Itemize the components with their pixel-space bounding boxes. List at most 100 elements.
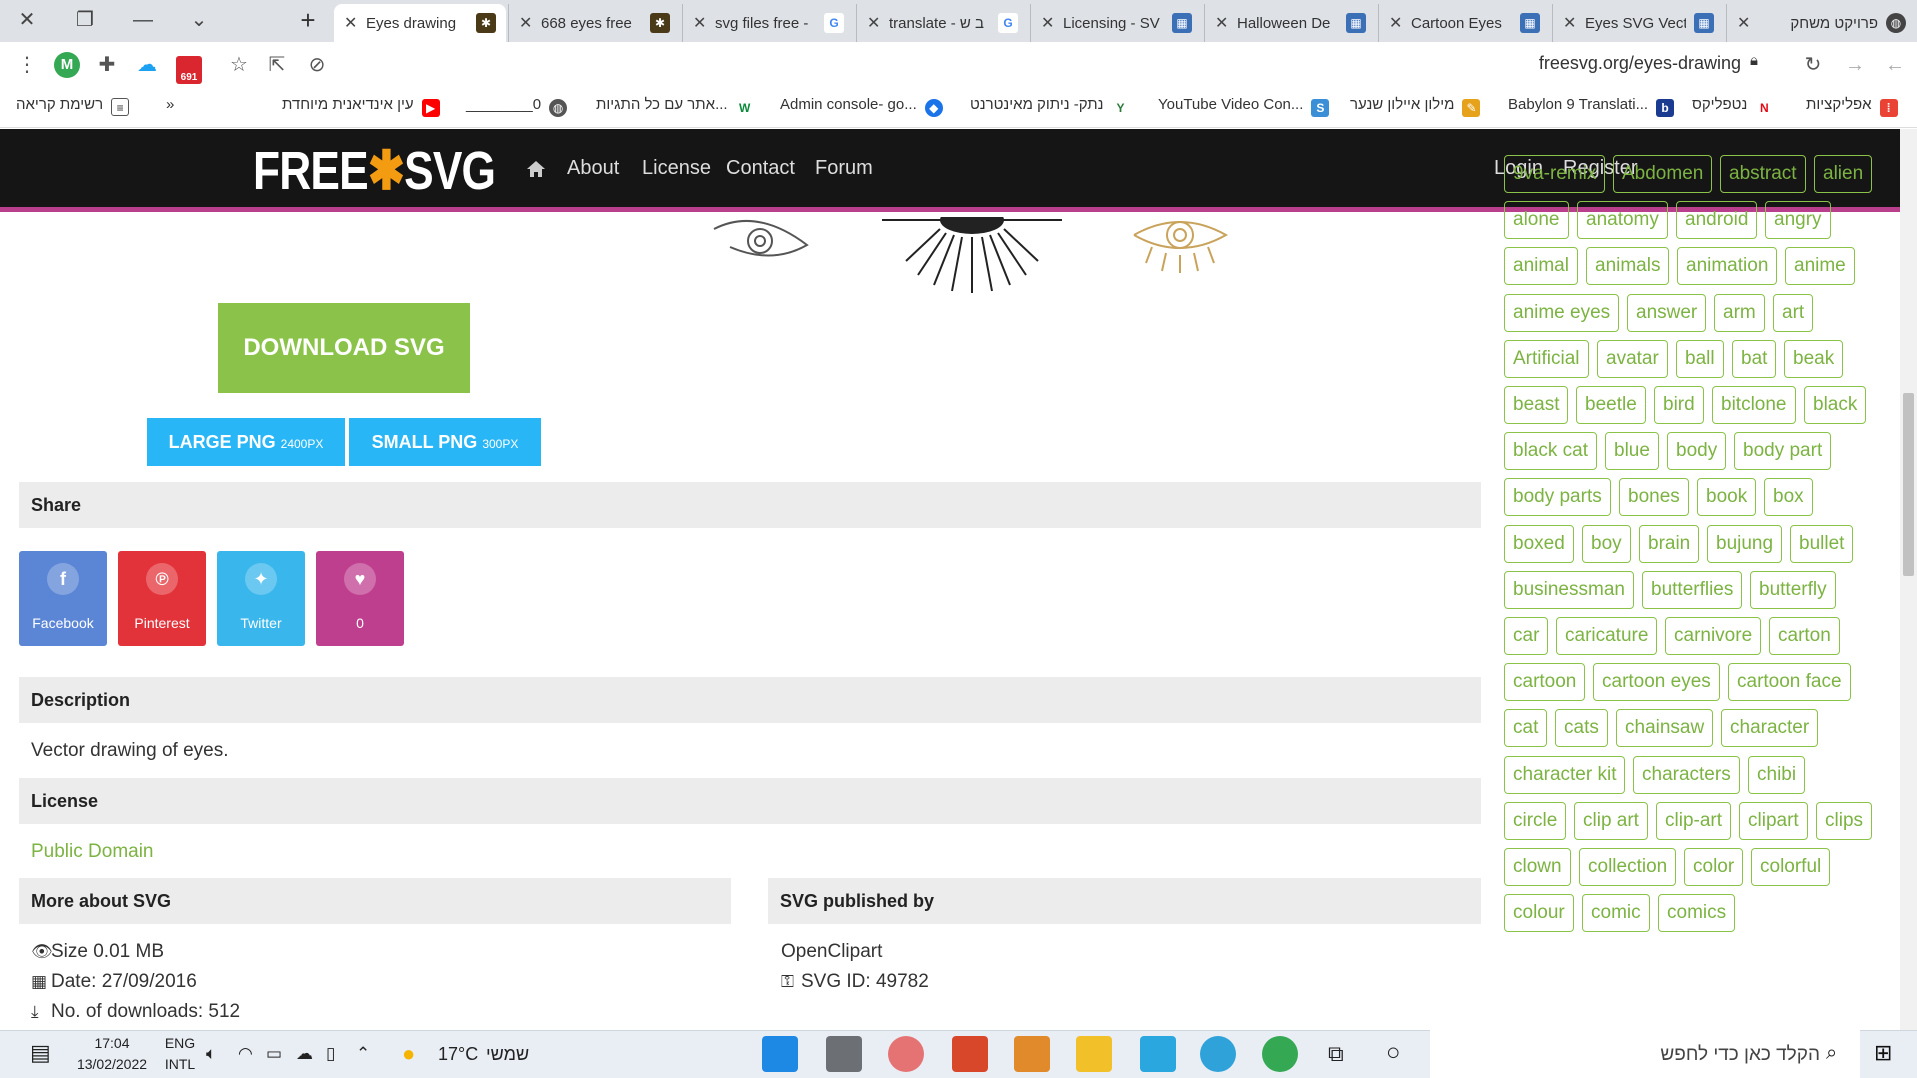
tag-link[interactable]: animal — [1504, 247, 1578, 285]
tag-link[interactable]: collection — [1579, 848, 1677, 886]
tag-link[interactable]: Artificial — [1504, 340, 1589, 378]
tab-close-icon[interactable]: ✕ — [1041, 13, 1057, 33]
tag-link[interactable]: clip-art — [1656, 802, 1732, 840]
bookmark-youtube-converter[interactable]: YouTube Video Con... S — [1158, 96, 1330, 117]
new-tab-button[interactable]: + — [292, 6, 324, 34]
lock-icon[interactable]: 🔒︎ — [1750, 52, 1768, 74]
license-link[interactable]: Public Domain — [31, 841, 154, 863]
page-scrollbar-thumb[interactable] — [1903, 393, 1914, 576]
weather-label[interactable]: שמשי — [486, 1044, 529, 1065]
search-icon[interactable]: ⌕ — [1826, 1042, 1837, 1065]
more-bookmarks-chevron[interactable]: » — [166, 96, 174, 113]
battery-icon[interactable]: ▭ — [266, 1044, 282, 1064]
tag-link[interactable]: circle — [1504, 802, 1567, 840]
chrome-app-icon[interactable] — [1262, 1036, 1298, 1072]
language-bottom[interactable]: INTL — [160, 1056, 200, 1072]
tag-link[interactable]: brain — [1639, 525, 1700, 563]
author-link[interactable]: OpenClipart — [781, 941, 882, 963]
like-button[interactable]: ♥ 0 — [316, 551, 404, 646]
cloud-extension-icon[interactable]: ☁ — [132, 50, 162, 80]
nav-license[interactable]: License — [642, 157, 711, 180]
close-window-icon[interactable]: ✕ — [8, 6, 46, 34]
tag-link[interactable]: animation — [1677, 247, 1778, 285]
tag-link[interactable]: boy — [1582, 525, 1631, 563]
profile-avatar[interactable]: M — [54, 52, 80, 78]
small-png-button[interactable]: SMALL PNG 300PX — [349, 418, 541, 466]
calculator-app-icon[interactable] — [826, 1036, 862, 1072]
browser-tab[interactable]: ✕ Eyes SVG Vect ▦ — [1552, 4, 1724, 42]
onedrive-icon[interactable]: ☁ — [296, 1044, 313, 1064]
tag-link[interactable]: character — [1721, 709, 1819, 747]
tag-link[interactable]: alien — [1814, 155, 1873, 193]
home-icon[interactable] — [526, 160, 546, 178]
tag-link[interactable]: character kit — [1504, 756, 1626, 794]
forward-arrow-icon[interactable]: → — [1840, 50, 1870, 80]
share-page-icon[interactable]: ⇱ — [262, 50, 292, 80]
bookmark-babylon[interactable]: Babylon 9 Translati... b — [1508, 96, 1675, 117]
tag-link[interactable]: bat — [1732, 340, 1777, 378]
bookmark-apps[interactable]: אפליקציות ⁞ — [1806, 96, 1898, 117]
tag-link[interactable]: businessman — [1504, 571, 1634, 609]
tab-close-icon[interactable]: ✕ — [867, 13, 883, 33]
facebook-share-button[interactable]: f Facebook — [19, 551, 107, 646]
tag-link[interactable]: art — [1773, 294, 1814, 332]
page-scrollbar[interactable] — [1900, 129, 1917, 1030]
tag-link[interactable]: arm — [1714, 294, 1765, 332]
back-arrow-icon[interactable]: ← — [1880, 50, 1910, 80]
tab-close-icon[interactable]: ✕ — [519, 13, 535, 33]
tag-link[interactable]: car — [1504, 617, 1549, 655]
presenter-app-icon[interactable] — [1014, 1036, 1050, 1072]
tag-link[interactable]: box — [1764, 478, 1813, 516]
tag-link[interactable]: 9va-remix — [1504, 155, 1606, 193]
tag-link[interactable]: beast — [1504, 386, 1569, 424]
tag-link[interactable]: body part — [1734, 432, 1832, 470]
tag-link[interactable]: boxed — [1504, 525, 1574, 563]
tag-link[interactable]: bones — [1619, 478, 1689, 516]
nav-contact[interactable]: Contact — [726, 157, 795, 180]
tag-link[interactable]: clip art — [1574, 802, 1648, 840]
tag-link[interactable]: beetle — [1576, 386, 1646, 424]
bookmark-milon[interactable]: מילון איילון שנער ✎ — [1350, 96, 1481, 117]
site-logo[interactable]: FREE✱SVG — [253, 139, 496, 202]
tag-link[interactable]: book — [1697, 478, 1757, 516]
tag-link[interactable]: carton — [1769, 617, 1840, 655]
tab-close-icon[interactable]: ✕ — [1215, 13, 1231, 33]
address-bar-url[interactable]: freesvg.org/eyes-drawing — [1539, 53, 1741, 74]
nav-forum[interactable]: Forum — [815, 157, 873, 180]
weather-temp[interactable]: 17°C — [438, 1044, 478, 1065]
tab-close-icon[interactable]: ✕ — [344, 13, 360, 33]
bookmark-disconnect[interactable]: נתק- ניתוק מאינטרנט Y — [970, 96, 1130, 117]
cortana-icon[interactable]: ○ — [1386, 1039, 1401, 1067]
tag-link[interactable]: carnivore — [1665, 617, 1762, 655]
tag-link[interactable]: comic — [1582, 894, 1650, 932]
twitter-share-button[interactable]: ✦ Twitter — [217, 551, 305, 646]
reload-icon[interactable]: ↻ — [1798, 50, 1828, 80]
bookmark-tags-site[interactable]: אתר עם כל התגיות... W — [596, 96, 754, 117]
large-png-button[interactable]: LARGE PNG 2400PX — [147, 418, 345, 466]
tag-link[interactable]: cat — [1504, 709, 1548, 747]
browser-tab[interactable]: ✕ Cartoon Eyes ▦ — [1378, 4, 1550, 42]
tab-close-icon[interactable]: ✕ — [1389, 13, 1405, 33]
tag-link[interactable]: clips — [1816, 802, 1873, 840]
language-top[interactable]: ENG — [160, 1035, 200, 1051]
tag-link[interactable]: blue — [1605, 432, 1659, 470]
browser-tab[interactable]: ✕ Eyes drawing ✱ — [334, 4, 506, 42]
tag-link[interactable]: cartoon — [1504, 663, 1586, 701]
tag-link[interactable]: body — [1667, 432, 1727, 470]
minimize-window-icon[interactable]: — — [124, 6, 162, 34]
menu-kebab-icon[interactable]: ⋮ — [12, 50, 42, 80]
tag-link[interactable]: avatar — [1597, 340, 1668, 378]
vscode-app-icon[interactable] — [762, 1036, 798, 1072]
eye-off-icon[interactable]: ⊘ — [302, 50, 332, 80]
tag-link[interactable]: colour — [1504, 894, 1574, 932]
tag-link[interactable]: abstract — [1720, 155, 1806, 193]
tag-link[interactable]: animals — [1586, 247, 1670, 285]
wifi-icon[interactable]: ◠ — [238, 1044, 253, 1064]
tag-link[interactable]: alone — [1504, 201, 1569, 239]
tag-link[interactable]: anatomy — [1577, 201, 1668, 239]
tag-link[interactable]: clipart — [1739, 802, 1808, 840]
bookmark-underscores[interactable]: ________0 ◍ — [466, 96, 568, 117]
tag-link[interactable]: caricature — [1556, 617, 1658, 655]
tag-link[interactable]: butterflies — [1642, 571, 1743, 609]
snipping-tool-app-icon[interactable] — [888, 1036, 924, 1072]
